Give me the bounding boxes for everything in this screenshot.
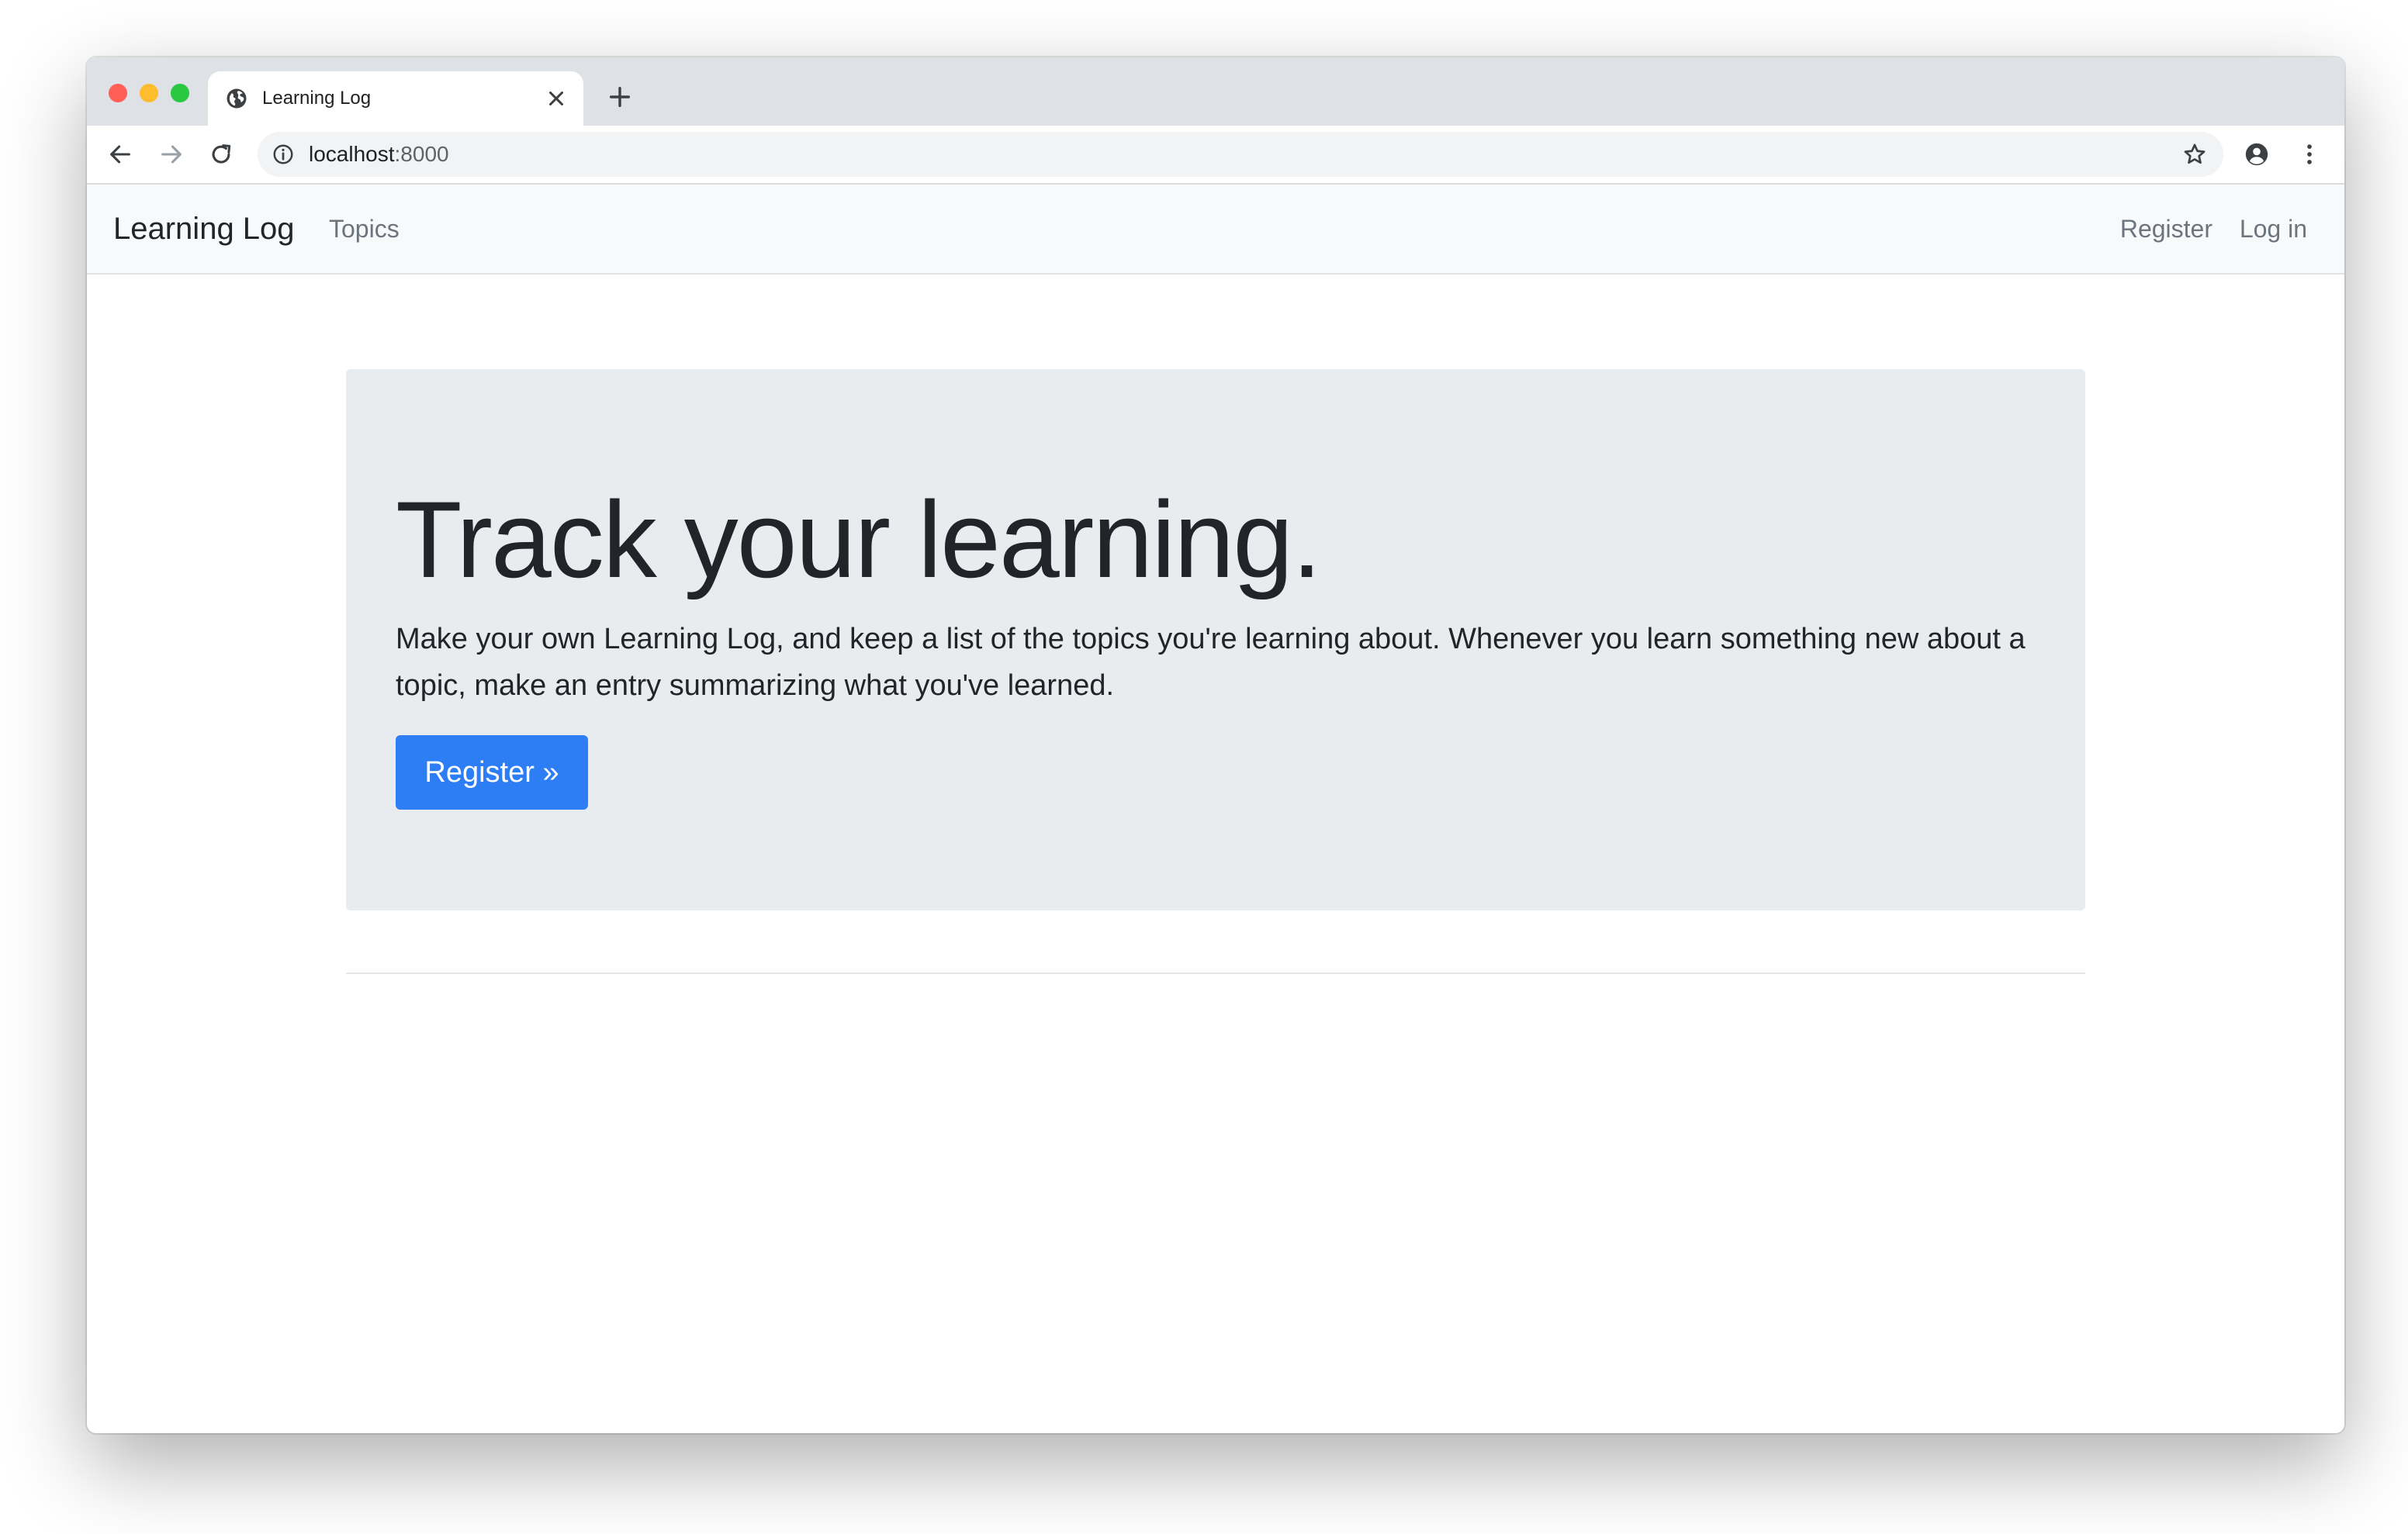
browser-tab[interactable]: Learning Log — [208, 71, 583, 126]
divider — [346, 973, 2085, 974]
jumbotron: Track your learning. Make your own Learn… — [346, 369, 2085, 910]
maximize-window-button[interactable] — [171, 84, 189, 102]
lead-paragraph: Make your own Learning Log, and keep a l… — [396, 623, 2026, 702]
address-text[interactable]: localhost:8000 — [309, 142, 449, 167]
page-viewport: Learning Log Topics Register Log in Trac… — [87, 185, 2344, 1433]
navbar-brand[interactable]: Learning Log — [113, 209, 295, 248]
close-window-button[interactable] — [109, 84, 127, 102]
star-icon[interactable] — [2181, 141, 2208, 168]
address-port: :8000 — [394, 142, 449, 166]
browser-toolbar: localhost:8000 — [87, 126, 2344, 185]
nav-login-link[interactable]: Log in — [2240, 212, 2307, 245]
arrow-right-icon[interactable] — [158, 141, 185, 168]
address-bar[interactable]: localhost:8000 — [258, 132, 2223, 177]
reload-icon[interactable] — [208, 141, 234, 168]
nav-topics-link[interactable]: Topics — [329, 212, 400, 245]
address-host: localhost — [309, 142, 395, 166]
plus-icon[interactable] — [607, 84, 633, 110]
more-vertical-icon[interactable] — [2296, 141, 2323, 168]
page-title: Track your learning. — [396, 479, 1322, 600]
nav-register-link[interactable]: Register — [2120, 212, 2213, 245]
close-icon[interactable] — [545, 87, 568, 110]
register-button[interactable]: Register » — [396, 735, 588, 810]
arrow-left-icon[interactable] — [107, 141, 133, 168]
globe-icon — [227, 88, 247, 109]
info-icon[interactable] — [272, 143, 295, 166]
account-circle-icon[interactable] — [2244, 141, 2270, 168]
site-navbar: Learning Log Topics Register Log in — [87, 185, 2344, 275]
tab-strip: Learning Log — [87, 57, 2344, 126]
browser-window: Learning Log localhost:8000 Learning Log… — [87, 57, 2344, 1433]
minimize-window-button[interactable] — [140, 84, 158, 102]
tab-title: Learning Log — [262, 88, 372, 109]
